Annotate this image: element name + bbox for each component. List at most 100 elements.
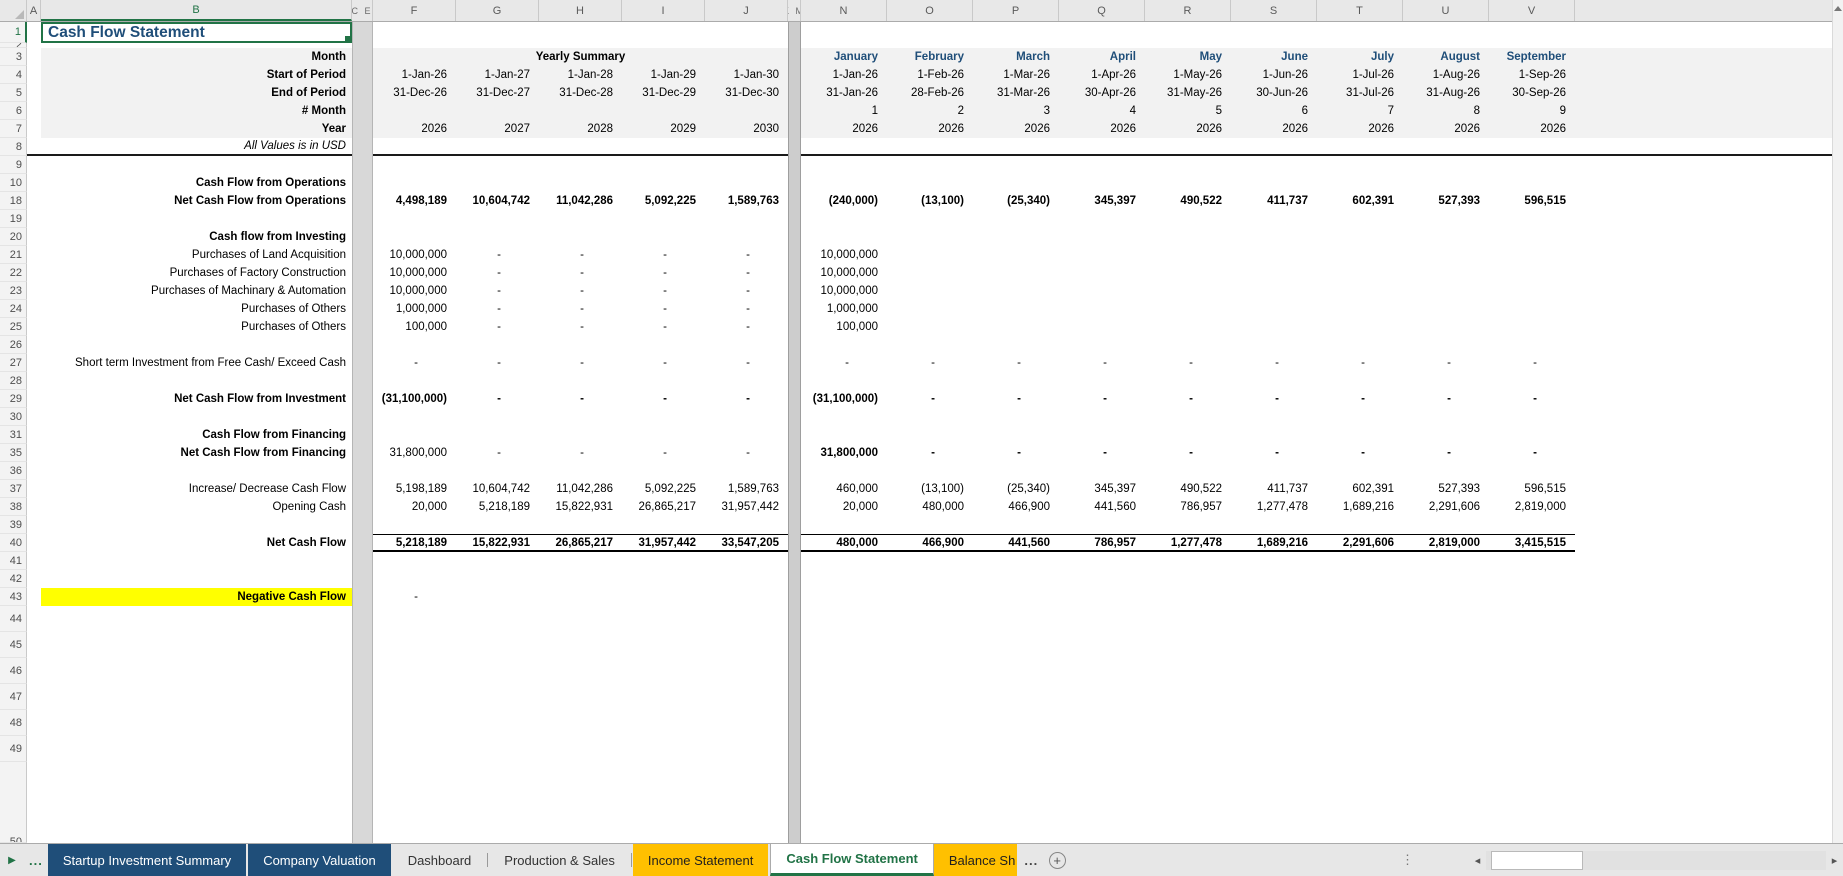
cell-T42[interactable]: [1317, 570, 1403, 588]
cell-R25[interactable]: [1145, 318, 1231, 336]
row-header-50[interactable]: 50: [0, 762, 27, 843]
cell-R44[interactable]: [1145, 606, 1231, 632]
cell-Q41[interactable]: [1059, 552, 1145, 570]
cell-B48[interactable]: [41, 710, 352, 736]
cell-R29[interactable]: -: [1145, 390, 1231, 408]
cell-Q22[interactable]: [1059, 264, 1145, 282]
cell-V49[interactable]: [1489, 736, 1575, 762]
cell-B10[interactable]: Cash Flow from Operations: [41, 174, 352, 192]
cell-F22[interactable]: 10,000,000: [373, 264, 456, 282]
cell-I38[interactable]: 26,865,217: [622, 498, 705, 516]
cell-Q50[interactable]: [1059, 762, 1145, 843]
cell-O49[interactable]: [887, 736, 973, 762]
cell-N22[interactable]: 10,000,000: [801, 264, 887, 282]
cell-Q38[interactable]: 441,560: [1059, 498, 1145, 516]
cell-V43[interactable]: [1489, 588, 1575, 606]
cell-F21[interactable]: 10,000,000: [373, 246, 456, 264]
cell-B35[interactable]: Net Cash Flow from Financing: [41, 444, 352, 462]
cell-O47[interactable]: [887, 684, 973, 710]
cell-G7[interactable]: 2027: [456, 120, 539, 138]
cell-S44[interactable]: [1231, 606, 1317, 632]
cell-J45[interactable]: [705, 632, 788, 658]
cell-P19[interactable]: [973, 210, 1059, 228]
cell-H36[interactable]: [539, 462, 622, 480]
cell-F50[interactable]: [373, 762, 456, 843]
cell-J9[interactable]: [705, 156, 788, 174]
column-header-I[interactable]: I: [622, 0, 705, 21]
cell-U23[interactable]: [1403, 282, 1489, 300]
cell-O9[interactable]: [887, 156, 973, 174]
cell-U43[interactable]: [1403, 588, 1489, 606]
cell-S45[interactable]: [1231, 632, 1317, 658]
cell-S23[interactable]: [1231, 282, 1317, 300]
cell-U10[interactable]: [1403, 174, 1489, 192]
cell-P43[interactable]: [973, 588, 1059, 606]
cell-H5[interactable]: 31-Dec-28: [539, 84, 622, 102]
row-header-27[interactable]: 27: [0, 354, 27, 372]
column-header-V[interactable]: V: [1489, 0, 1575, 21]
cell-J44[interactable]: [705, 606, 788, 632]
cell-G22[interactable]: -: [456, 264, 539, 282]
cell-N20[interactable]: [801, 228, 887, 246]
cell-V24[interactable]: [1489, 300, 1575, 318]
cell-U46[interactable]: [1403, 658, 1489, 684]
cell-T26[interactable]: [1317, 336, 1403, 354]
cell-O39[interactable]: [887, 516, 973, 534]
cell-H27[interactable]: -: [539, 354, 622, 372]
cell-G23[interactable]: -: [456, 282, 539, 300]
cell-P46[interactable]: [973, 658, 1059, 684]
cell-N39[interactable]: [801, 516, 887, 534]
cell-J21[interactable]: -: [705, 246, 788, 264]
cell-V44[interactable]: [1489, 606, 1575, 632]
cell-Q48[interactable]: [1059, 710, 1145, 736]
row-header-45[interactable]: 45: [0, 632, 27, 658]
cell-N44[interactable]: [801, 606, 887, 632]
cell-F47[interactable]: [373, 684, 456, 710]
cell-F40[interactable]: 5,218,189: [373, 534, 456, 552]
cell-I21[interactable]: -: [622, 246, 705, 264]
cell-I50[interactable]: [622, 762, 705, 843]
cell-B31[interactable]: Cash Flow from Financing: [41, 426, 352, 444]
cell-R6[interactable]: 5: [1145, 102, 1231, 120]
cell-P23[interactable]: [973, 282, 1059, 300]
cell-I5[interactable]: 31-Dec-29: [622, 84, 705, 102]
cell-Q6[interactable]: 4: [1059, 102, 1145, 120]
column-header-S[interactable]: S: [1231, 0, 1317, 21]
cell-U50[interactable]: [1403, 762, 1489, 843]
cell-O48[interactable]: [887, 710, 973, 736]
cell-J26[interactable]: [705, 336, 788, 354]
cell-R31[interactable]: [1145, 426, 1231, 444]
cell-F43[interactable]: -: [373, 588, 456, 606]
cell-F28[interactable]: [373, 372, 456, 390]
cell-V26[interactable]: [1489, 336, 1575, 354]
cell-P47[interactable]: [973, 684, 1059, 710]
cell-I9[interactable]: [622, 156, 705, 174]
row-header-30[interactable]: 30: [0, 408, 27, 426]
cell-P39[interactable]: [973, 516, 1059, 534]
cell-B29[interactable]: Net Cash Flow from Investment: [41, 390, 352, 408]
cell-F42[interactable]: [373, 570, 456, 588]
tab-dashboard[interactable]: Dashboard: [393, 844, 487, 876]
cell-V37[interactable]: 596,515: [1489, 480, 1575, 498]
cell-O35[interactable]: -: [887, 444, 973, 462]
tab-overflow-left[interactable]: ...: [24, 844, 48, 876]
cell-O36[interactable]: [887, 462, 973, 480]
cell-V10[interactable]: [1489, 174, 1575, 192]
row-header-6[interactable]: 6: [0, 102, 27, 120]
cell-T45[interactable]: [1317, 632, 1403, 658]
cell-J43[interactable]: [705, 588, 788, 606]
cell-N19[interactable]: [801, 210, 887, 228]
new-sheet-button[interactable]: +: [1043, 844, 1071, 876]
cell-I31[interactable]: [622, 426, 705, 444]
cell-U31[interactable]: [1403, 426, 1489, 444]
cell-T30[interactable]: [1317, 408, 1403, 426]
cell-T47[interactable]: [1317, 684, 1403, 710]
cell-P44[interactable]: [973, 606, 1059, 632]
cell-R19[interactable]: [1145, 210, 1231, 228]
cell-B9[interactable]: [41, 156, 352, 174]
cell-I36[interactable]: [622, 462, 705, 480]
cell-O22[interactable]: [887, 264, 973, 282]
cell-H43[interactable]: [539, 588, 622, 606]
cell-S5[interactable]: 30-Jun-26: [1231, 84, 1317, 102]
cell-V50[interactable]: [1489, 762, 1575, 843]
